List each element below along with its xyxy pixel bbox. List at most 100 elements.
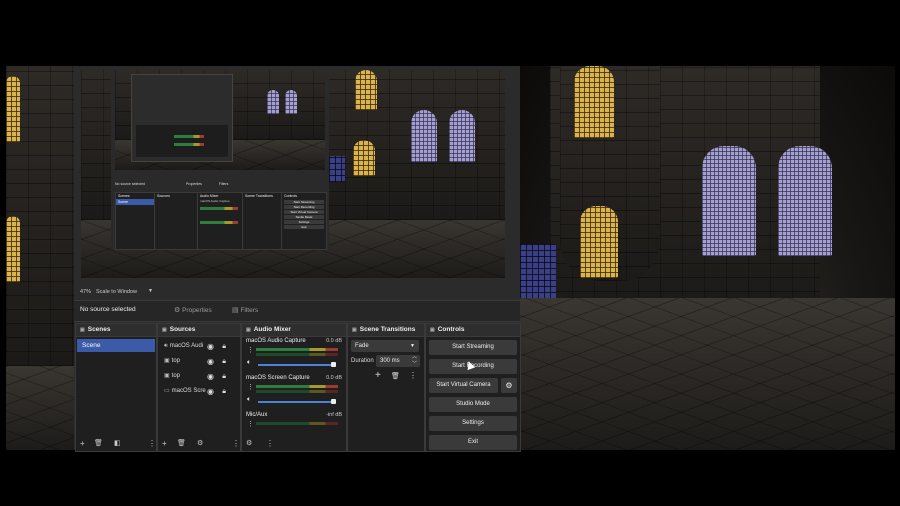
remove-scene-button[interactable]: 🗑 bbox=[94, 437, 103, 451]
left-background-scene bbox=[6, 66, 74, 450]
sources-title: Sources bbox=[158, 324, 240, 337]
scenes-title: Scenes bbox=[76, 324, 156, 337]
context-bar: No source selected ⚙ Properties ▤ Filter… bbox=[74, 300, 520, 322]
scene-list-item[interactable]: Scene bbox=[77, 339, 155, 352]
start-virtual-camera-button[interactable]: Start Virtual Camera bbox=[429, 378, 498, 393]
visibility-eye-icon[interactable]: ◉ bbox=[207, 384, 214, 399]
blue-grate bbox=[520, 244, 556, 299]
scene-filters-button[interactable]: ◧ bbox=[114, 437, 121, 451]
left-lit-window bbox=[6, 216, 20, 282]
nested-nested-docks bbox=[136, 125, 228, 157]
lock-icon[interactable]: 🔒︎ bbox=[222, 384, 226, 399]
sources-more-icon[interactable]: ⋮ bbox=[232, 437, 240, 451]
chevron-down-icon[interactable]: ▼ bbox=[148, 288, 153, 294]
nested-dock-sources: Sources bbox=[154, 192, 198, 250]
zoom-level: 47% bbox=[80, 289, 92, 295]
lock-icon[interactable]: 🔒︎ bbox=[222, 369, 226, 384]
sources-footer: + 🗑 ⚙ ⋮ bbox=[158, 437, 240, 451]
nested-scene-item: Scene bbox=[116, 199, 154, 205]
nested-meter bbox=[200, 207, 238, 210]
exit-button[interactable]: Exit bbox=[429, 435, 517, 450]
nested-ctrl-studio: Studio Mode bbox=[284, 215, 324, 219]
transition-more-icon[interactable]: ⋮ bbox=[409, 371, 417, 380]
nested-controls-title: Controls bbox=[284, 194, 298, 198]
volume-slider[interactable] bbox=[258, 364, 334, 366]
speaker-mute-icon[interactable]: 🔈︎ bbox=[247, 396, 251, 404]
spin-arrows-icon[interactable]: ︿ ﹀ bbox=[412, 354, 417, 368]
nested-ctrl-record: Start Recording bbox=[284, 205, 324, 209]
source-item[interactable]: ▣ top ◉ 🔒︎ bbox=[158, 369, 240, 384]
source-properties-gear-icon[interactable]: ⚙ bbox=[197, 437, 203, 451]
source-name: top bbox=[171, 358, 181, 364]
add-transition-button[interactable]: + bbox=[375, 370, 381, 381]
scenes-dock: Scenes Scene + 🗑 ◧ ⋮ bbox=[75, 323, 157, 452]
visibility-eye-icon[interactable]: ◉ bbox=[207, 354, 214, 369]
remove-source-button[interactable]: 🗑 bbox=[177, 437, 186, 451]
sources-dock: Sources 🔊︎macOS Audi ◉🔒︎ ▣top ◉🔒︎ ▣top ◉… bbox=[157, 323, 241, 452]
volume-slider-handle[interactable] bbox=[331, 362, 336, 367]
filters-button[interactable]: ▤ Filters bbox=[232, 304, 272, 317]
nested-meter bbox=[200, 221, 238, 224]
speaker-icon: 🔊︎ bbox=[164, 343, 168, 349]
mixer-channel-db: 0.0 dB bbox=[326, 375, 342, 381]
add-scene-button[interactable]: + bbox=[80, 437, 85, 451]
source-name: macOS Audi bbox=[169, 343, 204, 349]
nested-ctrl-exit: Exit bbox=[284, 225, 324, 229]
add-source-button[interactable]: + bbox=[162, 437, 167, 451]
image-icon: ▣ bbox=[164, 373, 170, 379]
source-item[interactable]: ▭ macOS Scre ◉ 🔒︎ bbox=[158, 384, 240, 399]
nested-blue-window bbox=[267, 90, 279, 114]
scale-mode-dropdown[interactable]: Scale to Window bbox=[96, 289, 137, 295]
virtual-camera-gear-icon[interactable]: ⚙ bbox=[501, 378, 517, 393]
advanced-audio-gear-icon[interactable]: ⚙ bbox=[246, 437, 252, 451]
mixer-channel-name: macOS Audio Capture bbox=[246, 338, 306, 344]
visibility-eye-icon[interactable]: ◉ bbox=[207, 369, 214, 384]
chevron-down-icon: ▼ bbox=[410, 343, 415, 349]
properties-label: Properties bbox=[182, 307, 212, 314]
audio-mixer-dock: Audio Mixer macOS Audio Capture 0.0 dB ⋮… bbox=[241, 323, 347, 452]
nested-obs-capture: No source selected Properties Filters Sc… bbox=[111, 70, 329, 250]
nested-mixer-channel: macOS Audio Capture bbox=[200, 199, 230, 203]
lock-icon[interactable]: 🔒︎ bbox=[222, 354, 226, 369]
scenes-more-icon[interactable]: ⋮ bbox=[148, 437, 156, 451]
channel-menu-icon[interactable]: ⋮ bbox=[247, 420, 254, 428]
preview-canvas[interactable]: No source selected Properties Filters Sc… bbox=[81, 70, 505, 278]
nested-transitions-title: Scene Transitions bbox=[245, 194, 273, 198]
left-lit-window bbox=[6, 76, 20, 142]
scene-transitions-dock: Scene Transitions Fade ▼ Duration 300 ms… bbox=[347, 323, 425, 452]
nested-filters: Filters bbox=[218, 182, 229, 186]
speaker-mute-icon[interactable]: 🔈︎ bbox=[247, 359, 251, 367]
volume-slider-handle[interactable] bbox=[331, 399, 336, 404]
start-streaming-button[interactable]: Start Streaming bbox=[429, 340, 517, 355]
transition-select[interactable]: Fade ▼ bbox=[351, 340, 419, 352]
filters-label: Filters bbox=[240, 307, 259, 314]
settings-button[interactable]: Settings bbox=[429, 416, 517, 431]
studio-mode-button[interactable]: Studio Mode bbox=[429, 397, 517, 412]
lock-icon[interactable]: 🔒︎ bbox=[222, 339, 226, 354]
properties-button[interactable]: ⚙ Properties bbox=[174, 304, 226, 317]
source-item[interactable]: 🔊︎ macOS Audi ◉ 🔒︎ bbox=[158, 339, 240, 354]
nested-dock-transitions: Scene Transitions bbox=[242, 192, 282, 250]
monitor-icon: ▭ bbox=[164, 388, 170, 394]
duration-spinbox[interactable]: 300 ms ︿ ﹀ bbox=[376, 354, 420, 368]
nested-ctrl-settings: Settings bbox=[284, 220, 324, 224]
channel-menu-icon[interactable]: ⋮ bbox=[247, 346, 254, 354]
mixer-channel-db: 0.0 dB bbox=[326, 338, 342, 344]
source-item[interactable]: ▣ top ◉ 🔒︎ bbox=[158, 354, 240, 369]
volume-meter bbox=[256, 348, 338, 351]
visibility-eye-icon[interactable]: ◉ bbox=[207, 339, 214, 354]
lit-window bbox=[574, 66, 614, 138]
gear-icon: ⚙ bbox=[174, 307, 181, 314]
volume-slider[interactable] bbox=[258, 401, 334, 403]
filter-icon: ▤ bbox=[232, 307, 239, 314]
nested-blue-window bbox=[285, 90, 297, 114]
channel-menu-icon[interactable]: ⋮ bbox=[247, 383, 254, 391]
remove-transition-button[interactable]: 🗑 bbox=[391, 372, 400, 380]
mixer-more-icon[interactable]: ⋮ bbox=[266, 437, 274, 451]
blue-window bbox=[778, 146, 832, 256]
volume-meter bbox=[256, 385, 338, 388]
nested-context-bar: No source selected Properties Filters bbox=[115, 182, 325, 190]
obs-window: No source selected Properties Filters Sc… bbox=[74, 66, 521, 452]
nested-properties: Properties bbox=[185, 182, 202, 186]
nested-preview bbox=[115, 70, 325, 170]
